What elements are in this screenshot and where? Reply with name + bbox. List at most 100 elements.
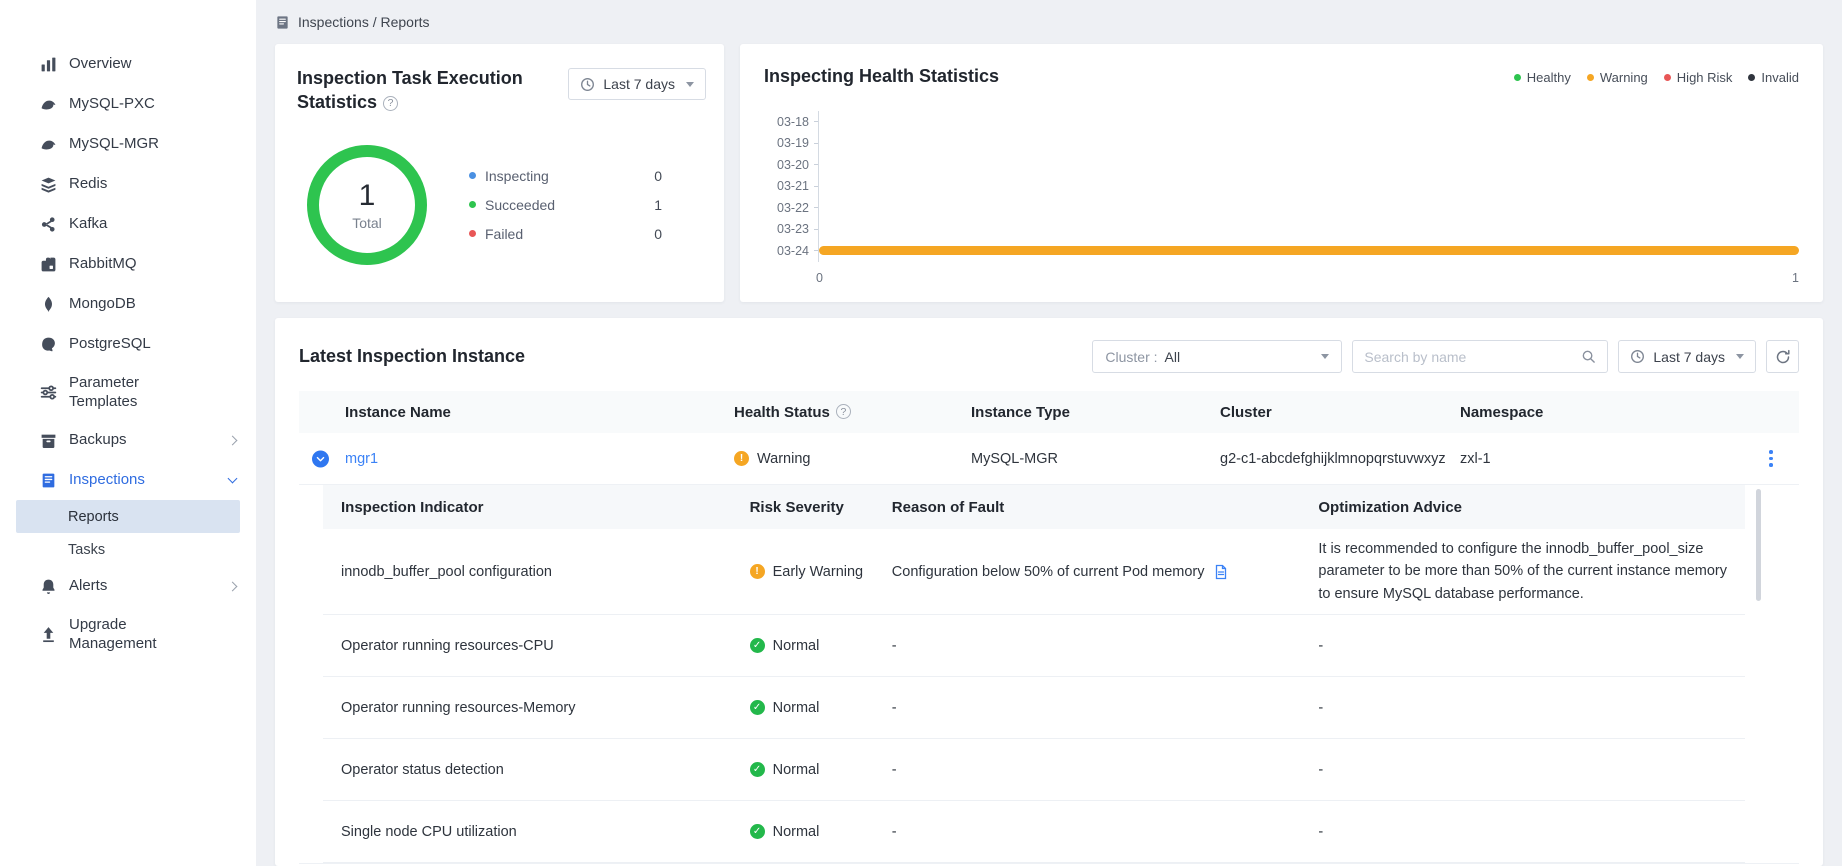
sidebar-item-label: Redis — [69, 174, 107, 194]
column-header: Instance Name — [345, 404, 451, 421]
chart-row: 03-21 — [764, 176, 1799, 198]
indicator-cell: Operator running resources-CPU — [323, 638, 750, 654]
sidebar-item-overview[interactable]: Overview — [0, 44, 256, 84]
chart-row: 03-18 — [764, 111, 1799, 133]
legend-item-warning: Warning — [1587, 70, 1648, 85]
advice-text: - — [1318, 700, 1745, 716]
bar-chart-icon — [40, 56, 57, 73]
main-content: Inspections / Reports Inspection Task Ex… — [256, 0, 1842, 866]
detail-row: Operator running resources-Memory ✓ Norm… — [323, 677, 1745, 739]
card-title: Latest Inspection Instance — [299, 346, 525, 367]
risk-severity: ✓ Normal — [750, 824, 892, 840]
card-title: Inspection Task Execution Statistics — [297, 68, 523, 112]
chart-row: 03-24 — [764, 240, 1799, 262]
risk-severity-text: Normal — [773, 824, 820, 840]
bell-icon — [40, 578, 57, 595]
legend-item-high-risk: High Risk — [1664, 70, 1733, 85]
range-select-value: Last 7 days — [1653, 349, 1725, 365]
cluster-select-value: All — [1165, 349, 1181, 365]
health-statistics-card: Inspecting Health Statistics Healthy War… — [740, 44, 1823, 302]
sidebar-item-redis[interactable]: Redis — [0, 164, 256, 204]
legend-label: Invalid — [1761, 70, 1799, 85]
risk-severity-text: Normal — [773, 638, 820, 654]
sidebar-item-inspections[interactable]: Inspections — [0, 460, 256, 500]
y-axis-label: 03-21 — [764, 179, 814, 193]
instance-name-link[interactable]: mgr1 — [345, 451, 378, 467]
help-icon[interactable]: ? — [383, 96, 398, 111]
failed-dot-icon — [469, 230, 476, 237]
legend-label: Inspecting — [485, 168, 549, 184]
collapse-row-button[interactable] — [312, 450, 329, 467]
health-status-text: Warning — [757, 451, 810, 467]
sidebar-item-mysql-pxc[interactable]: MySQL-PXC — [0, 84, 256, 124]
refresh-button[interactable] — [1766, 340, 1799, 373]
y-axis-label: 03-18 — [764, 115, 814, 129]
sidebar-item-alerts[interactable]: Alerts — [0, 566, 256, 606]
sidebar-item-kafka[interactable]: Kafka — [0, 204, 256, 244]
legend-value: 1 — [654, 197, 662, 213]
risk-severity: ! Early Warning — [750, 564, 892, 580]
cluster-select[interactable]: Cluster : All — [1092, 340, 1342, 373]
advice-text: It is recommended to configure the innod… — [1318, 541, 1727, 602]
table-row: mgr1 ! Warning MySQL-MGR g2-c1-abcdefghi… — [299, 433, 1799, 485]
detail-table-header: Inspection Indicator Risk Severity Reaso… — [323, 485, 1745, 529]
legend-item-healthy: Healthy — [1514, 70, 1571, 85]
upgrade-icon — [40, 626, 57, 643]
legend-label: Failed — [485, 226, 523, 242]
instances-range-select[interactable]: Last 7 days — [1618, 340, 1756, 373]
detail-scrollbar[interactable] — [1756, 489, 1761, 601]
sidebar-item-label: Tasks — [68, 542, 105, 558]
health-status: ! Warning — [734, 451, 971, 467]
sidebar-item-tasks[interactable]: Tasks — [0, 533, 256, 566]
reason-text: Configuration below 50% of current Pod m… — [892, 564, 1205, 580]
sidebar-item-rabbitmq[interactable]: RabbitMQ — [0, 244, 256, 284]
sidebar-item-upgrade-management[interactable]: Upgrade Management — [0, 606, 256, 662]
y-axis-label: 03-22 — [764, 201, 814, 215]
sidebar-item-label: MySQL-PXC — [69, 94, 155, 114]
mysql-icon — [40, 136, 57, 153]
chevron-right-icon — [228, 435, 238, 445]
sidebar-item-label: Upgrade Management — [69, 615, 181, 654]
rabbitmq-icon — [40, 256, 57, 273]
indicator-cell: Operator status detection — [323, 762, 750, 778]
reason-text: - — [892, 824, 1319, 840]
warning-icon: ! — [750, 564, 765, 579]
task-range-select[interactable]: Last 7 days — [568, 68, 706, 100]
sidebar-item-postgresql[interactable]: PostgreSQL — [0, 324, 256, 364]
x-axis-label: 1 — [1792, 271, 1799, 285]
high-risk-dot-icon — [1664, 74, 1671, 81]
sidebar-item-label: Inspections — [69, 470, 145, 490]
report-document-icon[interactable] — [1213, 564, 1229, 580]
instance-type-cell: MySQL-MGR — [971, 451, 1220, 467]
health-bar — [819, 246, 1799, 255]
sidebar-item-label: Parameter Templates — [69, 373, 181, 412]
legend-value: 0 — [654, 168, 662, 184]
reason-text: - — [892, 762, 1319, 778]
y-axis-label: 03-23 — [764, 222, 814, 236]
chevron-down-icon — [228, 473, 238, 483]
column-header: Reason of Fault — [892, 499, 1319, 516]
indicator-cell: Single node CPU utilization — [323, 824, 750, 840]
refresh-icon — [1775, 349, 1791, 365]
sidebar: Overview MySQL-PXC MySQL-MGR Redis Kafka… — [0, 0, 256, 866]
archive-icon — [40, 432, 57, 449]
search-icon[interactable] — [1581, 349, 1596, 364]
breadcrumb: Inspections / Reports — [275, 0, 1823, 44]
reason-text: - — [892, 638, 1319, 654]
sidebar-item-parameter-templates[interactable]: Parameter Templates — [0, 364, 256, 420]
risk-severity-text: Normal — [773, 700, 820, 716]
column-header: Namespace — [1460, 404, 1743, 421]
legend-label: Warning — [1600, 70, 1648, 85]
help-icon[interactable]: ? — [836, 404, 851, 419]
sidebar-item-backups[interactable]: Backups — [0, 420, 256, 460]
sidebar-item-reports[interactable]: Reports — [16, 500, 240, 533]
row-actions-menu-button[interactable] — [1761, 445, 1781, 472]
breadcrumb-text[interactable]: Inspections / Reports — [298, 14, 430, 30]
x-axis: 0 1 — [764, 271, 1799, 285]
search-input[interactable] — [1364, 349, 1581, 365]
sidebar-item-mysql-mgr[interactable]: MySQL-MGR — [0, 124, 256, 164]
sidebar-item-mongodb[interactable]: MongoDB — [0, 284, 256, 324]
sidebar-item-label: MongoDB — [69, 294, 136, 314]
sidebar-item-label: Backups — [69, 430, 127, 450]
risk-severity: ✓ Normal — [750, 638, 892, 654]
